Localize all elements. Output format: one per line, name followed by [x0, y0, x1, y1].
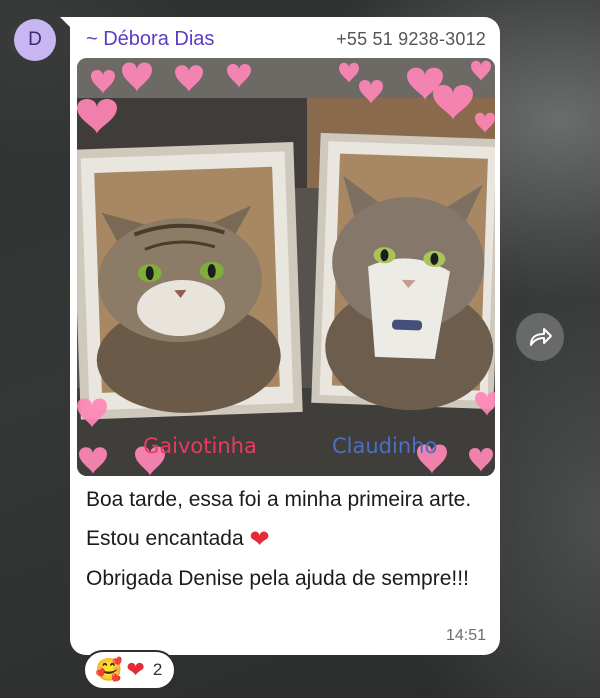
- photo-label-left: Gaivotinha: [143, 434, 257, 458]
- smiling-hearts-icon: 🥰: [95, 657, 123, 682]
- sender-phone[interactable]: +55 51 9238-3012: [336, 29, 486, 50]
- message-line-1: Boa tarde, essa foi a minha primeira art…: [86, 488, 472, 511]
- avatar-letter: D: [28, 29, 42, 50]
- sender-row: ~ Débora Dias +55 51 9238-3012: [86, 26, 486, 52]
- reaction-count: 2: [152, 660, 163, 679]
- forward-arrow-icon: [530, 328, 552, 346]
- reactions-bar[interactable]: 🥰 ❤ 2: [83, 650, 177, 690]
- message-line-2-text: Estou encantada: [86, 527, 244, 550]
- photo-image: [77, 58, 495, 476]
- message-photo[interactable]: Gaivotinha Claudinho: [77, 58, 495, 476]
- sender-avatar[interactable]: D: [14, 19, 56, 61]
- red-heart-icon: ❤: [249, 525, 270, 553]
- message-text: Boa tarde, essa foi a minha primeira art…: [86, 483, 491, 601]
- red-heart-reaction-icon: ❤: [126, 657, 145, 682]
- photo-label-right: Claudinho: [332, 434, 438, 458]
- sender-name[interactable]: ~ Débora Dias: [86, 28, 214, 51]
- message-line-3: Obrigada Denise pela ajuda de sempre!!!: [86, 566, 469, 590]
- message-bubble[interactable]: ~ Débora Dias +55 51 9238-3012 Gaivotinh…: [70, 17, 500, 655]
- forward-button[interactable]: [516, 313, 564, 361]
- message-timestamp: 14:51: [445, 627, 486, 644]
- message-line-2: Estou encantada ❤: [86, 522, 491, 556]
